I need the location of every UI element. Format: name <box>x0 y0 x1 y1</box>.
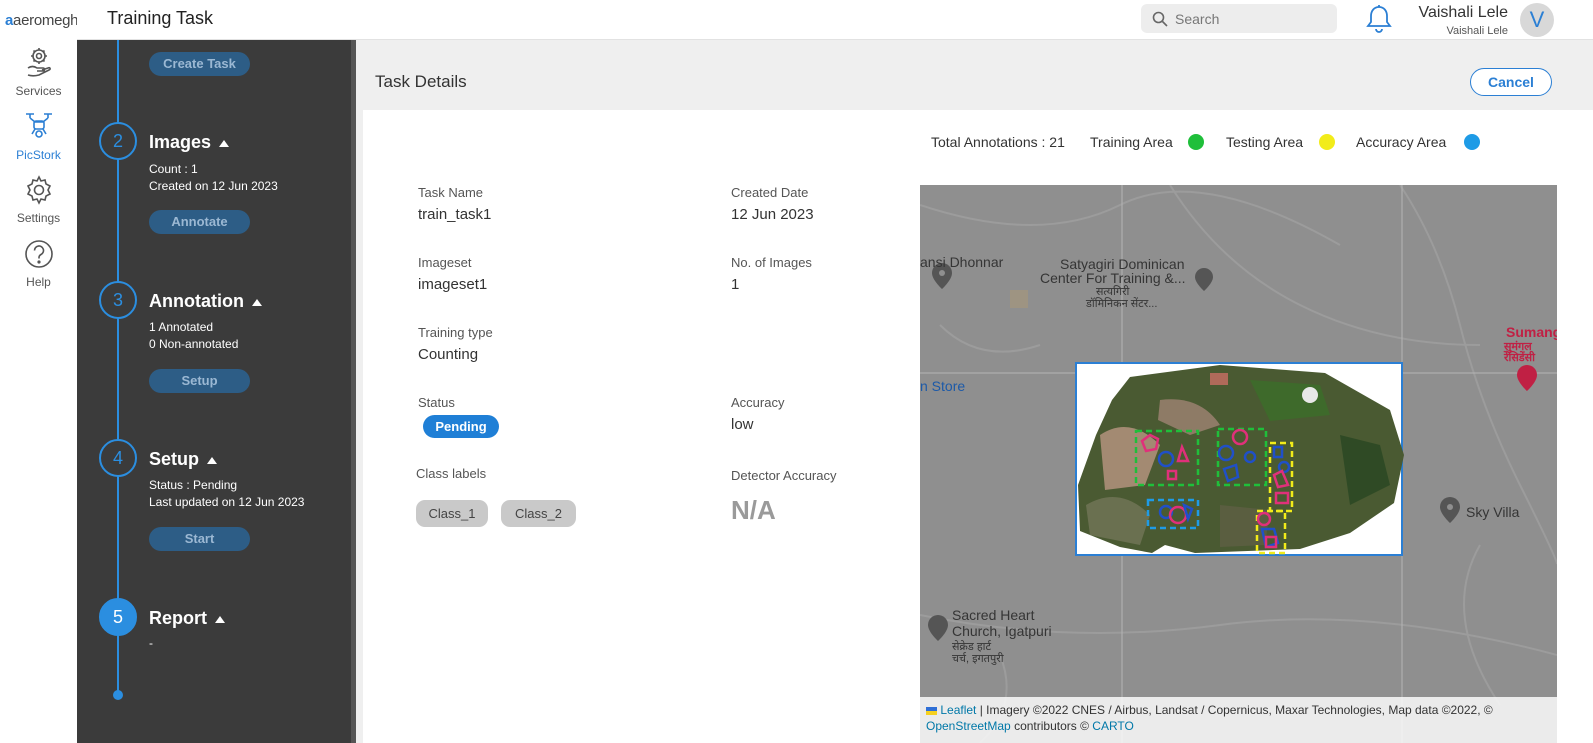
avatar[interactable]: V <box>1520 3 1554 37</box>
task-steps-sidebar: Create Task 2 Images Count : 1 Created o… <box>77 40 351 743</box>
map-label-church: Sacred Heart <box>952 607 1035 623</box>
start-button[interactable]: Start <box>149 527 250 551</box>
detector-accuracy-label: Detector Accuracy <box>731 468 837 483</box>
map-label-sumang-3: रेसिडेंसी <box>1504 352 1535 364</box>
task-name-value: train_task1 <box>418 206 492 223</box>
step-title-images[interactable]: Images <box>149 132 230 153</box>
rail-item-help[interactable]: Help <box>0 239 77 289</box>
detector-accuracy-value: N/A <box>731 495 776 525</box>
status-badge: Pending <box>423 415 499 438</box>
annotated-count: 1 Annotated <box>149 320 214 334</box>
training-type-value: Counting <box>418 346 479 363</box>
notification-bell-icon[interactable] <box>1364 4 1394 34</box>
step-number-report: 5 <box>99 598 137 636</box>
class-chip-2: Class_2 <box>501 500 576 527</box>
rail-label-help: Help <box>26 275 51 289</box>
search-box[interactable] <box>1141 4 1337 33</box>
map-label-church-4: चर्च, इगतपुरी <box>952 653 1004 665</box>
rail-item-settings[interactable]: Settings <box>0 175 77 225</box>
cancel-button[interactable]: Cancel <box>1470 68 1552 96</box>
class-labels-label: Class labels <box>416 466 487 481</box>
attribution-text-1: | Imagery ©2022 CNES / Airbus, Landsat /… <box>979 703 1493 717</box>
map-label-store: n Store <box>920 378 966 394</box>
setup-button[interactable]: Setup <box>149 369 250 393</box>
created-date-label: Created Date <box>731 185 809 200</box>
legend-training-label: Training Area <box>1090 134 1173 150</box>
legend-testing-label: Testing Area <box>1226 134 1304 150</box>
map-label-church-2: Church, Igatpuri <box>952 623 1052 639</box>
annotation-map[interactable]: ansi Dhonnar Satyagiri Dominican Center … <box>920 185 1557 743</box>
attribution-text-2: contributors © <box>1014 719 1089 733</box>
map-label-place1: ansi Dhonnar <box>920 254 1004 270</box>
step-number-images: 2 <box>99 122 137 160</box>
map-label-sumang: Sumang <box>1506 324 1557 340</box>
accuracy-label: Accuracy <box>731 395 785 410</box>
step-title-report[interactable]: Report <box>149 608 225 629</box>
leaflet-link[interactable]: Leaflet <box>940 703 976 717</box>
rail-label-picstork: PicStork <box>16 148 61 162</box>
rail-label-settings: Settings <box>16 211 61 225</box>
help-icon <box>24 240 53 268</box>
num-images-label: No. of Images <box>731 255 812 270</box>
search-input[interactable] <box>1175 9 1325 28</box>
total-annotations: Total Annotations : 21 <box>931 134 1065 150</box>
page-title: Task Details <box>375 72 467 91</box>
rail-item-services[interactable]: Services <box>0 46 77 98</box>
setup-status: Status : Pending <box>149 478 238 492</box>
class-chip-1: Class_1 <box>416 500 488 527</box>
task-details-card: Total Annotations : 21 Training Area Tes… <box>363 110 1593 743</box>
imageset-value: imageset1 <box>418 276 488 293</box>
carto-link[interactable]: CARTO <box>1092 719 1134 733</box>
map-label-satyagiri-2: Center For Training &... <box>1040 270 1186 286</box>
app-logo[interactable]: aaeromegh <box>5 12 79 29</box>
training-type-label: Training type <box>418 325 493 340</box>
task-name-label: Task Name <box>418 185 484 200</box>
create-task-button[interactable]: Create Task <box>149 52 250 76</box>
imageset-label: Imageset <box>418 255 472 270</box>
status-label: Status <box>418 395 455 410</box>
caret-up-icon <box>251 298 262 306</box>
legend-testing-dot <box>1319 134 1335 150</box>
legend-accuracy-dot <box>1464 134 1480 150</box>
setup-last-updated: Last updated on 12 Jun 2023 <box>149 495 305 509</box>
non-annotated-count: 0 Non-annotated <box>149 337 239 351</box>
images-created: Created on 12 Jun 2023 <box>149 179 278 193</box>
step-number-annotation: 3 <box>99 281 137 319</box>
report-value: - <box>149 636 153 650</box>
ukraine-flag-icon <box>926 706 937 715</box>
num-images-value: 1 <box>731 276 740 293</box>
search-icon <box>1152 11 1168 27</box>
osm-link[interactable]: OpenStreetMap <box>926 719 1011 733</box>
accuracy-value: low <box>731 416 754 433</box>
caret-up-icon <box>215 615 225 623</box>
map-label-skyvilla: Sky Villa <box>1466 504 1520 520</box>
caret-up-icon <box>219 139 230 147</box>
services-icon <box>27 48 51 77</box>
step-number-setup: 4 <box>99 439 137 477</box>
map-base-layer <box>920 185 1557 743</box>
map-attribution: Leaflet | Imagery ©2022 CNES / Airbus, L… <box>920 697 1557 743</box>
user-subtitle: Vaishali Lele <box>1446 25 1508 37</box>
top-bar: Training Task Vaishali Lele Vaishali Lel… <box>77 0 1593 40</box>
rail-label-services: Services <box>15 84 62 98</box>
icon-rail: aaeromegh Services PicStork Settings Hel… <box>0 0 79 743</box>
step-title-setup[interactable]: Setup <box>149 449 218 470</box>
rail-item-picstork[interactable]: PicStork <box>0 110 77 162</box>
annotate-button[interactable]: Annotate <box>149 210 250 234</box>
created-date-value: 12 Jun 2023 <box>731 206 814 223</box>
main-content: Task Details Cancel Total Annotations : … <box>356 40 1593 743</box>
images-count: Count : 1 <box>149 162 198 176</box>
caret-up-icon <box>207 456 218 464</box>
legend-accuracy-label: Accuracy Area <box>1356 134 1447 150</box>
timeline-end-dot <box>113 690 123 700</box>
map-label-satyagiri-4: डॉमिनिकन सेंटर... <box>1086 298 1158 310</box>
gear-icon <box>26 175 51 205</box>
legend-training-dot <box>1188 134 1204 150</box>
step-title-annotation[interactable]: Annotation <box>149 291 262 312</box>
user-name[interactable]: Vaishali Lele <box>1418 4 1508 22</box>
app-title: Training Task <box>107 8 214 28</box>
drone-icon <box>25 113 52 138</box>
